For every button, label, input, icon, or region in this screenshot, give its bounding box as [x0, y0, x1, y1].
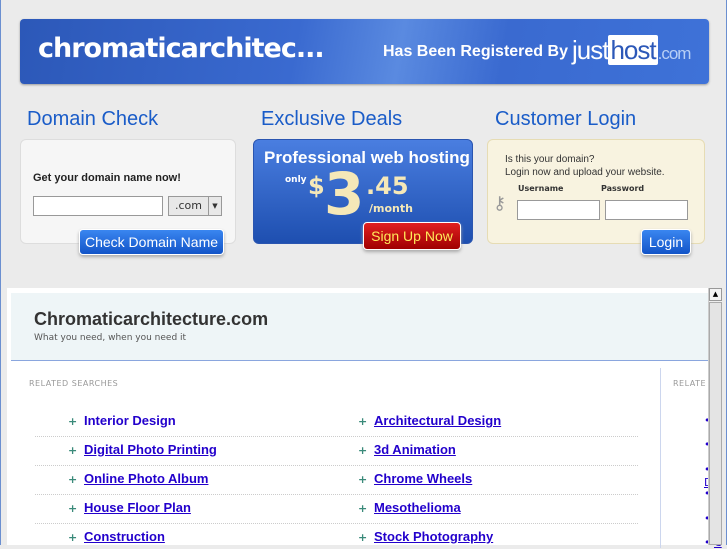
- logo-host: host: [608, 35, 658, 65]
- domain-prompt: Get your domain name now!: [33, 172, 181, 184]
- justhost-logo[interactable]: justhost .com: [572, 35, 692, 66]
- related-link[interactable]: Digital Photo Printing: [84, 442, 217, 457]
- customer-login-heading: Customer Login: [495, 108, 637, 130]
- parked-page-frame: Chromaticarchitecture.com What you need,…: [7, 288, 722, 549]
- banner-domain: chromaticarchitec...: [38, 33, 325, 64]
- divider: [35, 494, 638, 495]
- tld-value: .com: [175, 199, 202, 212]
- password-input[interactable]: [605, 200, 688, 220]
- sign-up-button[interactable]: Sign Up Now: [363, 222, 461, 250]
- deal-only: only: [285, 175, 307, 185]
- plus-icon: +: [68, 473, 78, 486]
- login-line2: Login now and upload your website.: [505, 167, 665, 178]
- related-link[interactable]: Stock Photography: [374, 529, 493, 544]
- deal-price: 3: [324, 160, 365, 228]
- site-tagline: What you need, when you need it: [34, 333, 187, 343]
- tld-select[interactable]: .com ▼: [168, 196, 222, 216]
- deal-dollar: $: [308, 172, 325, 200]
- login-line1: Is this your domain?: [505, 154, 595, 165]
- plus-icon: +: [358, 444, 368, 457]
- related-link[interactable]: House Floor Plan: [84, 500, 191, 515]
- related-link[interactable]: 3d Animation: [374, 442, 456, 457]
- deal-headline: Professional web hosting: [264, 148, 470, 167]
- vertical-scrollbar[interactable]: ▲: [708, 288, 722, 545]
- plus-icon: +: [68, 502, 78, 515]
- deal-cents: .45: [366, 172, 409, 200]
- plus-icon: +: [358, 502, 368, 515]
- registration-banner: chromaticarchitec... Has Been Registered…: [20, 19, 709, 84]
- related-link[interactable]: Architectural Design: [374, 413, 501, 428]
- keys-icon: ⚷: [493, 193, 507, 214]
- banner-registered-text: Has Been Registered By: [383, 43, 568, 60]
- site-header: Chromaticarchitecture.com What you need,…: [11, 293, 711, 361]
- password-label: Password: [601, 184, 645, 193]
- plus-icon: +: [68, 444, 78, 457]
- related-link[interactable]: Interior Design: [84, 413, 176, 428]
- username-label: Username: [518, 184, 564, 193]
- related-searches-label: RELATED SEARCHES: [29, 379, 119, 388]
- username-input[interactable]: [517, 200, 600, 220]
- plus-icon: +: [68, 531, 78, 544]
- logo-just: just: [572, 35, 609, 65]
- domain-check-heading: Domain Check: [27, 108, 159, 130]
- related-link[interactable]: Chrome Wheels: [374, 471, 472, 486]
- logo-com: .com: [657, 44, 692, 63]
- plus-icon: +: [358, 473, 368, 486]
- domain-input[interactable]: [33, 196, 163, 216]
- divider: [35, 465, 638, 466]
- scrollbar-thumb[interactable]: [709, 302, 722, 545]
- related-link[interactable]: Mesothelioma: [374, 500, 461, 515]
- site-title: Chromaticarchitecture.com: [34, 309, 269, 329]
- scroll-up-arrow-icon[interactable]: ▲: [709, 288, 722, 301]
- login-button[interactable]: Login: [641, 229, 691, 255]
- column-divider: [660, 368, 661, 548]
- chevron-down-icon: ▼: [208, 197, 221, 215]
- related-link[interactable]: Online Photo Album: [84, 471, 208, 486]
- plus-icon: +: [358, 415, 368, 428]
- deal-per-month: /month: [369, 202, 413, 215]
- plus-icon: +: [358, 531, 368, 544]
- related-label-right: RELATE: [673, 379, 707, 388]
- related-link[interactable]: Construction: [84, 529, 165, 544]
- check-domain-button[interactable]: Check Domain Name: [79, 229, 224, 255]
- exclusive-deals-heading: Exclusive Deals: [261, 108, 403, 130]
- divider: [35, 523, 638, 524]
- divider: [35, 436, 638, 437]
- plus-icon: +: [68, 415, 78, 428]
